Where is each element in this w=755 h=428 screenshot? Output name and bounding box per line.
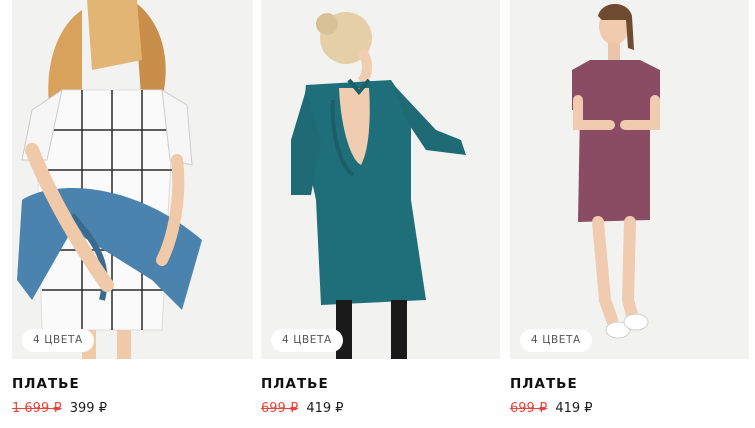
product-title[interactable]: ПЛАТЬЕ — [510, 376, 578, 392]
product-image-mauve-dress — [510, 0, 749, 359]
colors-count-badge[interactable]: 4 ЦВЕТА — [22, 329, 94, 352]
product-card[interactable]: 4 ЦВЕТА ПЛАТЬЕ 699 ₽ 419 ₽ — [510, 0, 749, 416]
new-price: 419 ₽ — [555, 401, 593, 416]
old-price: 699 ₽ — [510, 401, 548, 416]
product-grid: 4 ЦВЕТА ПЛАТЬЕ 1 699 ₽ 399 ₽ 4 ЦВЕТА ПЛА… — [0, 0, 755, 428]
product-image-teal-dress — [261, 0, 500, 359]
product-prices: 1 699 ₽ 399 ₽ — [12, 401, 107, 416]
product-title[interactable]: ПЛАТЬЕ — [12, 376, 80, 392]
product-photo[interactable]: 4 ЦВЕТА — [510, 0, 749, 359]
colors-count-badge[interactable]: 4 ЦВЕТА — [271, 329, 343, 352]
old-price: 699 ₽ — [261, 401, 299, 416]
product-title[interactable]: ПЛАТЬЕ — [261, 376, 329, 392]
new-price: 399 ₽ — [69, 401, 107, 416]
product-prices: 699 ₽ 419 ₽ — [261, 401, 344, 416]
product-photo[interactable]: 4 ЦВЕТА — [261, 0, 500, 359]
product-image-white-checked-dress — [12, 0, 253, 359]
product-prices: 699 ₽ 419 ₽ — [510, 401, 593, 416]
colors-count-badge[interactable]: 4 ЦВЕТА — [520, 329, 592, 352]
new-price: 419 ₽ — [306, 401, 344, 416]
product-card[interactable]: 4 ЦВЕТА ПЛАТЬЕ 1 699 ₽ 399 ₽ — [12, 0, 253, 416]
old-price: 1 699 ₽ — [12, 401, 62, 416]
product-card[interactable]: 4 ЦВЕТА ПЛАТЬЕ 699 ₽ 419 ₽ — [261, 0, 500, 416]
product-photo[interactable]: 4 ЦВЕТА — [12, 0, 253, 359]
